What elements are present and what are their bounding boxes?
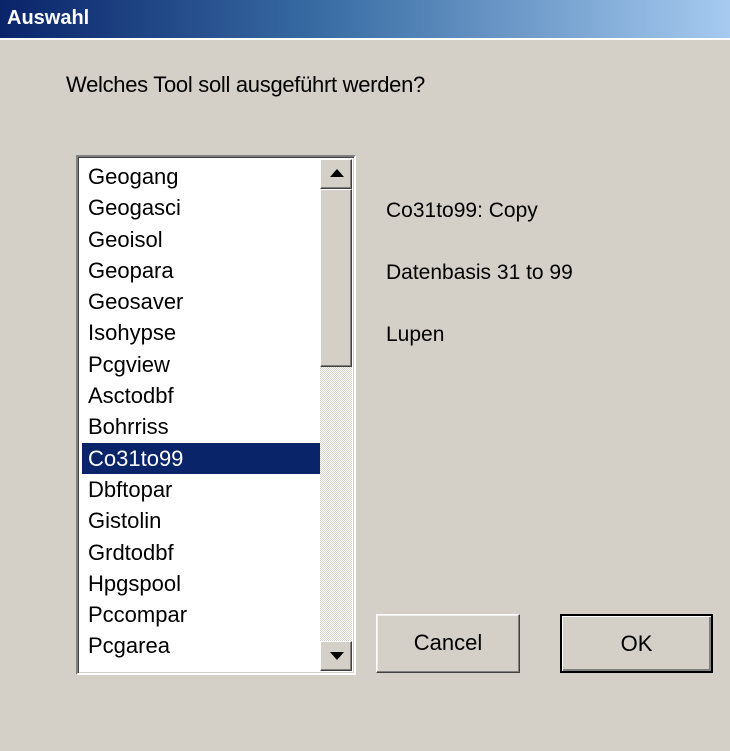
- description-line: Datenbasis 31 to 99: [386, 261, 573, 284]
- tool-list-items: Geogang Geogasci Geoisol Geopara Geosaver Iso…: [82, 161, 320, 662]
- list-item[interactable]: Geogasci: [82, 192, 320, 223]
- list-item[interactable]: Gistolin: [82, 505, 320, 536]
- list-item[interactable]: Pcgarea: [82, 630, 320, 661]
- list-item[interactable]: Geogang: [82, 161, 320, 192]
- scroll-down-button[interactable]: [320, 641, 352, 671]
- prompt-text: Welches Tool soll ausgeführt werden?: [66, 72, 425, 97]
- ok-button[interactable]: OK: [560, 614, 713, 673]
- scroll-thumb[interactable]: [320, 189, 352, 367]
- arrow-down-icon: [330, 652, 344, 660]
- cancel-button[interactable]: Cancel: [376, 614, 520, 673]
- list-item[interactable]: Geoisol: [82, 224, 320, 255]
- list-item[interactable]: Geopara: [82, 255, 320, 286]
- description-line: Lupen: [386, 323, 445, 346]
- list-item[interactable]: Hpgspool: [82, 568, 320, 599]
- tool-description: Co31to99: Copy Datenbasis 31 to 99 Lupen: [386, 164, 573, 381]
- arrow-up-icon: [330, 169, 344, 177]
- list-item[interactable]: Asctodbf: [82, 380, 320, 411]
- window-title: Auswahl: [7, 7, 90, 29]
- title-bar[interactable]: Auswahl: [0, 0, 730, 40]
- list-item[interactable]: Bohrriss: [82, 411, 320, 442]
- list-item[interactable]: Pccompar: [82, 599, 320, 630]
- list-item[interactable]: Dbftopar: [82, 474, 320, 505]
- description-line: Co31to99: Copy: [386, 199, 538, 222]
- list-item[interactable]: Geosaver: [82, 286, 320, 317]
- list-item-selected[interactable]: Co31to99: [82, 442, 320, 474]
- list-item[interactable]: Isohypse: [82, 317, 320, 348]
- scroll-up-button[interactable]: [320, 159, 352, 189]
- auswahl-dialog: Auswahl Welches Tool soll ausgeführt wer…: [0, 0, 730, 751]
- list-item[interactable]: Grdtodbf: [82, 537, 320, 568]
- list-item[interactable]: Pcgview: [82, 349, 320, 380]
- tool-listbox[interactable]: Geogang Geogasci Geoisol Geopara Geosaver Iso…: [76, 155, 356, 675]
- list-scrollbar[interactable]: [320, 159, 352, 671]
